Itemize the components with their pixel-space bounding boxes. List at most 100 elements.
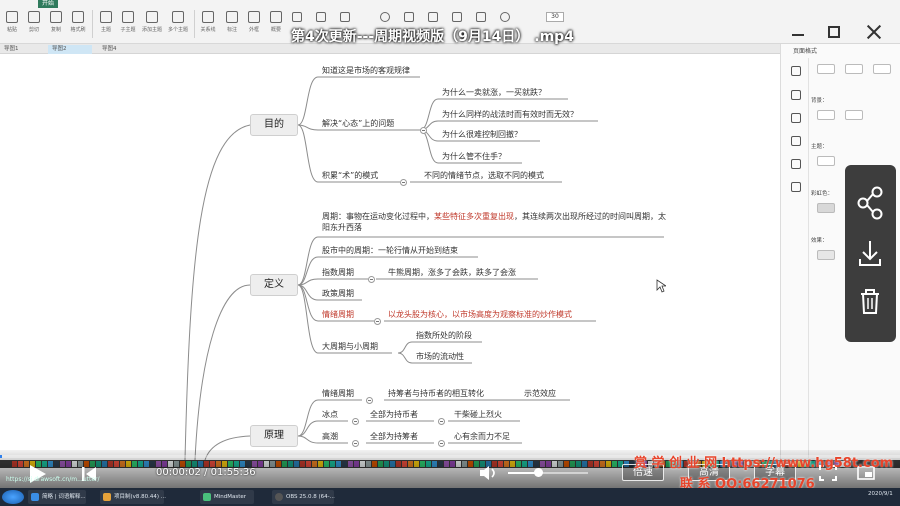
topic-label[interactable]: 大周期与小周期 [322,342,378,352]
theme-icon[interactable] [791,136,801,146]
rainbow-label: 彩虹色： [811,191,834,197]
format-painter-button[interactable]: 格式刷 [68,10,88,40]
connector-select[interactable] [873,64,891,74]
topic-icon [100,11,112,23]
topic-label[interactable]: 指数周期 [322,268,354,278]
branch-node-definition[interactable]: 定义 [250,274,298,296]
collapse-toggle[interactable] [352,440,359,447]
rainbow-select[interactable] [817,203,835,213]
topic-label[interactable]: 情绪周期 [322,389,354,399]
comment-icon[interactable] [452,12,462,22]
summary-button[interactable]: 概要 [266,10,286,40]
subtopic-label[interactable]: 市场的流动性 [416,352,464,362]
volume-button[interactable] [478,464,500,482]
subtopic-label-highlight[interactable]: 以龙头股为核心，以市场高度为观察标准的炒作模式 [388,310,572,320]
table-icon[interactable] [340,12,350,22]
minimize-button[interactable] [788,22,808,42]
doc-tab-map2[interactable]: 导图2 [48,45,92,54]
topic-label[interactable]: 政策周期 [322,289,354,299]
topic-label[interactable]: 股市中的周期：一轮行情从开始到结束 [322,246,458,256]
hyperlink-icon[interactable] [380,12,390,22]
layout-select[interactable] [817,64,835,74]
collapse-toggle[interactable] [438,418,445,425]
callout-button[interactable]: 标注 [222,10,242,40]
taskbar-item[interactable]: MindMaster [200,490,254,504]
page-format-icon[interactable] [791,66,801,76]
image-icon[interactable] [292,12,302,22]
outline-icon[interactable] [791,90,801,100]
subtopic-label[interactable]: 指数所处的阶段 [416,331,472,341]
background-image-select[interactable] [845,110,863,120]
taskbar: 简略 | 词语解释... 项目制(v8.80.44) ... MindMaste… [0,488,900,506]
collapse-toggle[interactable] [352,418,359,425]
topic-label[interactable]: 冰点 [322,410,338,420]
topic-button[interactable]: 主题 [96,10,116,40]
topic-label[interactable]: 积累“术”的模式 [322,171,378,181]
delete-button[interactable] [845,279,896,329]
doc-tab-map4[interactable]: 导图4 [98,45,142,54]
mark-icon[interactable] [500,12,510,22]
subtopic-label[interactable]: 为什么很难控制回撤？ [442,130,522,140]
tag-icon[interactable] [476,12,486,22]
app-window: 开始 粘贴 剪切 复制 格式刷 主题 子主题 添加主题 多个主题 关系线 标注 … [0,0,900,506]
paste-button[interactable]: 粘贴 [2,10,22,40]
font-size-field[interactable]: 30 [546,12,564,22]
subtopic-label[interactable]: 为什么管不住手？ [442,152,506,162]
subtopic-button[interactable]: 子主题 [118,10,138,40]
relationship-button[interactable]: 关系线 [198,10,218,40]
subtopic-label[interactable]: 为什么一卖就涨，一买就跌？ [442,88,546,98]
effect-select[interactable] [817,250,835,260]
topic-label[interactable]: 高潮 [322,432,338,442]
ribbon-tab-start[interactable]: 开始 [38,0,59,8]
share-button[interactable] [845,179,896,229]
volume-knob[interactable] [534,468,543,477]
time-current: 00:00:02 [156,467,201,478]
boundary-button[interactable]: 外框 [244,10,264,40]
mindmap-canvas[interactable]: 目的 知道这是市场的客观规律 解决“心态”上的问题 为什么一卖就涨，一买就跌？ … [0,55,780,460]
multi-topic-button[interactable]: 多个主题 [168,10,188,40]
doc-tab-map1[interactable]: 导图1 [0,45,44,54]
layout-icon[interactable] [791,159,801,169]
definition-text[interactable]: 周期：事物在运动变化过程中，某些特征多次重复出现，其连续两次出现所经过的时间叫周… [322,211,667,233]
subtopic-label[interactable]: 示范效应 [524,389,556,399]
maximize-button[interactable] [824,22,844,42]
info-icon[interactable] [791,182,801,192]
attachment-icon[interactable] [404,12,414,22]
collapse-toggle[interactable] [368,276,375,283]
collapse-toggle[interactable] [438,440,445,447]
theme-select[interactable] [817,156,835,166]
taskbar-item[interactable]: 项目制(v8.80.44) ... [100,490,166,504]
subtopic-label[interactable]: 牛熊周期，涨多了会跌，跌多了会涨 [388,268,516,278]
collapse-toggle[interactable] [366,397,373,404]
add-topic-button[interactable]: 添加主题 [142,10,162,40]
cut-button[interactable]: 剪切 [24,10,44,40]
subtopic-label[interactable]: 干柴碰上烈火 [454,410,502,420]
background-fill-select[interactable] [817,110,835,120]
download-button[interactable] [845,229,896,279]
topic-label[interactable]: 解决“心态”上的问题 [322,119,394,129]
subtopic-label[interactable]: 不同的情绪节点，选取不同的模式 [424,171,544,181]
effect-label: 效果： [811,238,828,244]
structure-select[interactable] [845,64,863,74]
note-icon[interactable] [428,12,438,22]
copy-button[interactable]: 复制 [46,10,66,40]
subtopic-label[interactable]: 为什么同样的战法时而有效时而无效？ [442,110,578,120]
clipart-icon[interactable] [316,12,326,22]
close-button[interactable] [864,22,884,42]
topic-label[interactable]: 知道这是市场的客观规律 [322,66,410,76]
branch-node-principle[interactable]: 原理 [250,425,298,447]
callout-icon [226,11,238,23]
subtopic-label[interactable]: 全部为持币者 [370,410,418,420]
taskbar-item[interactable]: 简略 | 词语解释... [28,490,86,504]
subtopic-label[interactable]: 全部为持筹者 [370,432,418,442]
subtopic-label[interactable]: 心有余而力不足 [454,432,510,442]
start-button[interactable] [2,490,24,504]
collapse-toggle[interactable] [374,318,381,325]
taskbar-item[interactable]: OBS 25.0.8 (64-... [272,490,335,504]
collapse-toggle[interactable] [420,127,427,134]
branch-node-purpose[interactable]: 目的 [250,114,298,136]
collapse-toggle[interactable] [400,179,407,186]
topic-label-highlight[interactable]: 情绪周期 [322,310,354,320]
subtopic-label[interactable]: 持筹者与持币者的相互转化 [388,389,484,399]
style-icon[interactable] [791,113,801,123]
